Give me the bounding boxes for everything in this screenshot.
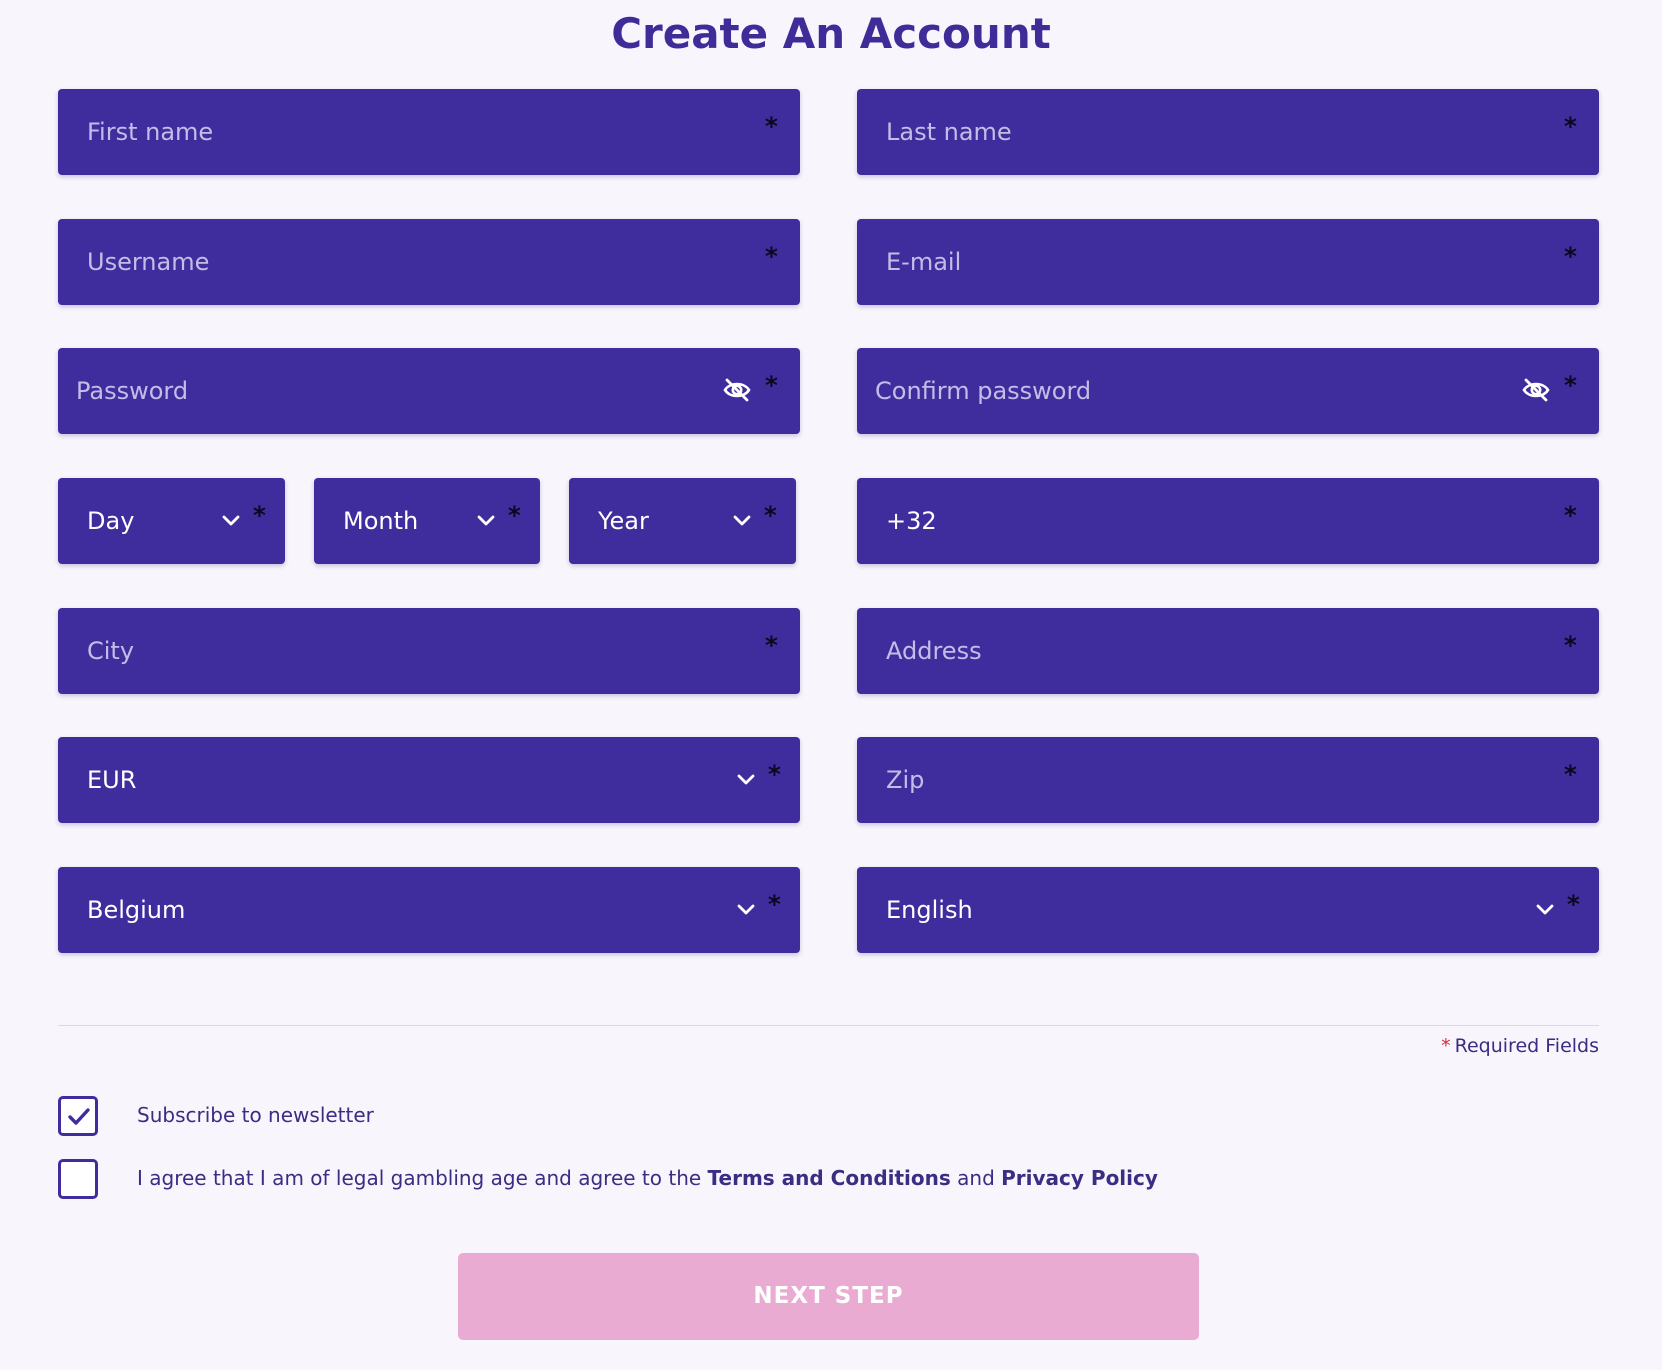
required-marker: *: [764, 242, 778, 271]
terms-middle: and: [950, 1166, 1002, 1190]
year-value: Year: [598, 507, 649, 535]
last-name-field[interactable]: Last name *: [857, 89, 1599, 175]
terms-checkbox[interactable]: [58, 1159, 98, 1199]
eye-off-icon[interactable]: [722, 377, 752, 403]
chevron-down-icon: [1536, 904, 1554, 915]
day-select[interactable]: Day *: [58, 478, 285, 564]
zip-placeholder: Zip: [886, 766, 925, 794]
required-marker: *: [1563, 501, 1577, 530]
terms-prefix: I agree that I am of legal gambling age …: [137, 1166, 708, 1190]
currency-value: EUR: [87, 766, 137, 794]
required-marker: *: [764, 371, 778, 400]
required-star: *: [1441, 1035, 1451, 1057]
required-marker: *: [1563, 242, 1577, 271]
country-select[interactable]: Belgium *: [58, 867, 800, 953]
next-step-button[interactable]: NEXT STEP: [458, 1253, 1199, 1340]
month-value: Month: [343, 507, 419, 535]
chevron-down-icon: [222, 515, 240, 526]
confirm-password-placeholder: Confirm password: [875, 377, 1092, 405]
chevron-down-icon: [737, 904, 755, 915]
last-name-placeholder: Last name: [886, 118, 1012, 146]
language-select[interactable]: English *: [857, 867, 1599, 953]
confirm-password-field[interactable]: Confirm password *: [857, 348, 1599, 434]
chevron-down-icon: [733, 515, 751, 526]
country-value: Belgium: [87, 896, 186, 924]
privacy-link[interactable]: Privacy Policy: [1001, 1166, 1158, 1190]
required-marker: *: [1566, 890, 1580, 919]
address-placeholder: Address: [886, 637, 982, 665]
checkmark-icon: [68, 1108, 90, 1125]
chevron-down-icon: [737, 774, 755, 785]
required-marker: *: [764, 112, 778, 141]
terms-link[interactable]: Terms and Conditions: [708, 1166, 951, 1190]
chevron-down-icon: [477, 515, 495, 526]
phone-field[interactable]: +32 *: [857, 478, 1599, 564]
month-select[interactable]: Month *: [314, 478, 540, 564]
required-marker: *: [507, 501, 521, 530]
newsletter-checkbox[interactable]: [58, 1096, 98, 1136]
phone-prefix: +32: [886, 507, 937, 535]
language-value: English: [886, 896, 973, 924]
form-divider: [58, 1025, 1599, 1026]
newsletter-label: Subscribe to newsletter: [137, 1103, 374, 1127]
first-name-field[interactable]: First name *: [58, 89, 800, 175]
zip-field[interactable]: Zip *: [857, 737, 1599, 823]
password-placeholder: Password: [76, 377, 189, 405]
day-value: Day: [87, 507, 135, 535]
required-marker: *: [1563, 371, 1577, 400]
email-placeholder: E-mail: [886, 248, 962, 276]
year-select[interactable]: Year *: [569, 478, 796, 564]
first-name-placeholder: First name: [87, 118, 214, 146]
required-marker: *: [763, 501, 777, 530]
terms-label: I agree that I am of legal gambling age …: [137, 1166, 1158, 1190]
page-title: Create An Account: [611, 9, 1051, 58]
required-marker: *: [252, 501, 266, 530]
required-fields-label: Required Fields: [1454, 1035, 1599, 1057]
required-marker: *: [1563, 112, 1577, 141]
eye-off-icon[interactable]: [1521, 377, 1551, 403]
password-field[interactable]: Password *: [58, 348, 800, 434]
create-account-form: Create An Account First name * Last name…: [0, 0, 1662, 1370]
username-field[interactable]: Username *: [58, 219, 800, 305]
address-field[interactable]: Address *: [857, 608, 1599, 694]
city-field[interactable]: City *: [58, 608, 800, 694]
username-placeholder: Username: [87, 248, 210, 276]
required-marker: *: [1563, 760, 1577, 789]
currency-select[interactable]: EUR *: [58, 737, 800, 823]
required-marker: *: [767, 890, 781, 919]
required-marker: *: [767, 760, 781, 789]
city-placeholder: City: [87, 637, 135, 665]
required-fields-note: * Required Fields: [1441, 1035, 1599, 1057]
email-field[interactable]: E-mail *: [857, 219, 1599, 305]
required-marker: *: [764, 631, 778, 660]
required-marker: *: [1563, 631, 1577, 660]
